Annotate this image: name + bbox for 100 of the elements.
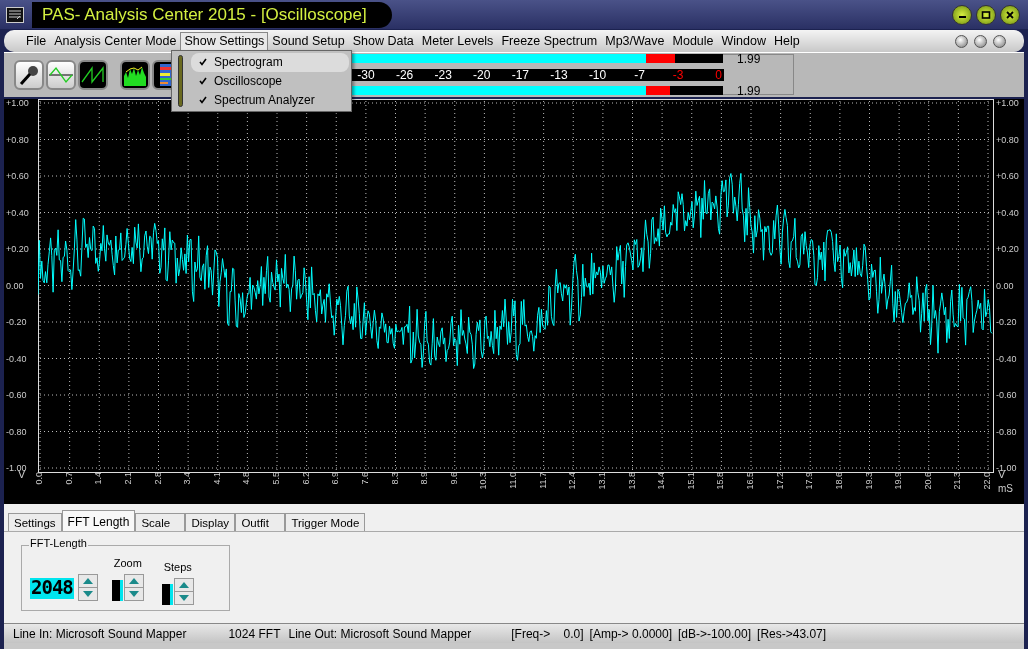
y-axis-label: +0.40 (996, 208, 1019, 218)
window-title: PAS- Analysis Center 2015 - [Oscilloscope] (32, 1, 392, 28)
menu-item[interactable]: Freeze Spectrum (497, 31, 602, 51)
x-axis-label: 11.7 (538, 472, 549, 491)
x-axis-label: 0.7 (64, 472, 75, 487)
status-text: [dB->-100.00] (678, 625, 752, 643)
menu-item[interactable]: Meter Levels (417, 31, 498, 51)
y-axis-label: +0.20 (6, 245, 29, 254)
x-axis-label: 17.2 (775, 472, 786, 492)
x-axis-label: 2.8 (153, 472, 164, 487)
menu-item[interactable]: File (22, 31, 51, 51)
menu-item[interactable]: Module (668, 31, 718, 51)
x-axis-label: 16.5 (746, 472, 756, 492)
meter-scale-label: 0 (715, 68, 722, 81)
x-axis-label: 1.4 (94, 472, 105, 487)
y-axis-label: +1.00 (996, 99, 1019, 108)
y-axis-label: -0.60 (6, 391, 27, 400)
lcd-display: 2048 (30, 578, 74, 599)
y-axis-label: +0.80 (6, 135, 29, 145)
x-axis-label: 9.6 (449, 472, 460, 487)
meter-scale-label: -3 (672, 68, 684, 81)
x-axis-label: 5.5 (272, 472, 282, 487)
meter-scale-label: -23 (434, 68, 452, 81)
x-axis-label: 15.8 (716, 472, 727, 492)
tab[interactable]: Settings (8, 513, 62, 531)
x-axis-label: 8.3 (390, 472, 401, 487)
status-text: [Amp-> 0.0000] (589, 625, 672, 643)
x-axis-unit: mS (998, 484, 1013, 494)
microphone-icon (18, 64, 40, 86)
sawtooth-wave-icon (81, 65, 105, 85)
y-axis-label: +0.20 (996, 245, 1019, 254)
menu-item[interactable]: Show Settings (180, 31, 269, 51)
tab[interactable]: Outfit (235, 513, 286, 531)
zoom-spinner[interactable] (123, 574, 144, 601)
x-axis-label: 12.4 (568, 472, 579, 492)
steps-label: Steps (163, 559, 192, 575)
dropdown-item[interactable]: Oscilloscope (191, 71, 349, 91)
y-axis-label: -0.80 (996, 427, 1017, 437)
y-axis-label: 0.00 (6, 281, 24, 291)
y-axis-unit: V (998, 469, 1006, 480)
steps-spinner[interactable] (173, 578, 194, 605)
close-icon (1005, 9, 1015, 20)
x-axis-label: 7.6 (360, 472, 371, 487)
round-button[interactable] (974, 34, 987, 48)
y-axis-label: +0.60 (996, 172, 1019, 181)
status-text: [Freq-> 0.0] (511, 625, 584, 643)
y-axis-label: -0.40 (6, 354, 27, 364)
y-axis-label: -0.40 (996, 354, 1017, 364)
dropdown-item[interactable]: Spectrogram (191, 53, 349, 72)
spectrum-button[interactable] (120, 60, 150, 90)
microphone-button[interactable] (14, 60, 44, 90)
tab[interactable]: FFT Length (61, 510, 136, 531)
meter-scale-label: -30 (357, 68, 375, 81)
app-icon[interactable] (6, 6, 24, 23)
tab[interactable]: Display (185, 513, 236, 531)
menu-item[interactable]: Window (717, 31, 770, 51)
group-title: FFT-Length (29, 538, 88, 549)
x-axis-label: 17.9 (805, 472, 816, 492)
sawtooth-wave-button[interactable] (78, 60, 108, 90)
y-axis-label: -0.20 (996, 318, 1017, 327)
lcd-digit-display (111, 580, 123, 601)
round-button[interactable] (955, 34, 968, 48)
menu-item[interactable]: Sound Setup (268, 31, 349, 51)
menu-item[interactable]: Analysis Center Mode (50, 31, 181, 51)
meter-scale-label: -17 (511, 68, 530, 81)
x-axis-label: 13.8 (627, 472, 638, 492)
minimize-icon (958, 16, 966, 18)
status-text: Line Out: Microsoft Sound Mapper (288, 625, 472, 643)
maximize-icon (981, 9, 991, 20)
x-axis-label: 3.4 (183, 472, 194, 487)
zoom-label: Zoom (113, 555, 142, 571)
minimize-button[interactable] (952, 4, 972, 25)
meter-scale-label: -7 (634, 68, 645, 81)
x-axis-label: 15.1 (686, 472, 697, 492)
status-text: Line In: Microsoft Sound Mapper (13, 625, 187, 643)
status-text: [Res->43.07] (757, 625, 827, 643)
round-button[interactable] (993, 34, 1006, 48)
x-axis-label: 14.4 (657, 472, 668, 492)
dropdown-item[interactable]: Spectrum Analyzer (191, 90, 349, 109)
menu-item[interactable]: Help (770, 31, 804, 51)
y-axis-label: 0.00 (996, 281, 1014, 291)
maximize-button[interactable] (976, 4, 996, 25)
meter-scale-label: -13 (550, 68, 568, 81)
x-axis-label: 8.9 (420, 472, 431, 487)
y-axis-label: +0.40 (6, 208, 29, 218)
sine-wave-button[interactable] (46, 60, 76, 90)
tab[interactable]: Trigger Mode (285, 513, 366, 531)
x-axis-label: 18.6 (834, 472, 845, 492)
x-axis-label: 4.1 (212, 472, 223, 487)
lcd-digit-display (161, 584, 173, 605)
y-axis-label: -0.60 (996, 391, 1017, 400)
x-axis-label: 21.3 (953, 472, 964, 492)
menu-item[interactable]: Mp3/Wave (601, 31, 669, 51)
close-button[interactable] (1000, 4, 1020, 25)
meter-scale-label: -10 (588, 68, 607, 81)
menu-item[interactable]: Show Data (348, 31, 418, 51)
fft-length-spinner[interactable] (77, 574, 98, 601)
meter-scale-label: -26 (395, 68, 414, 81)
tab[interactable]: Scale (135, 513, 186, 531)
y-axis-label: -0.20 (6, 318, 27, 327)
